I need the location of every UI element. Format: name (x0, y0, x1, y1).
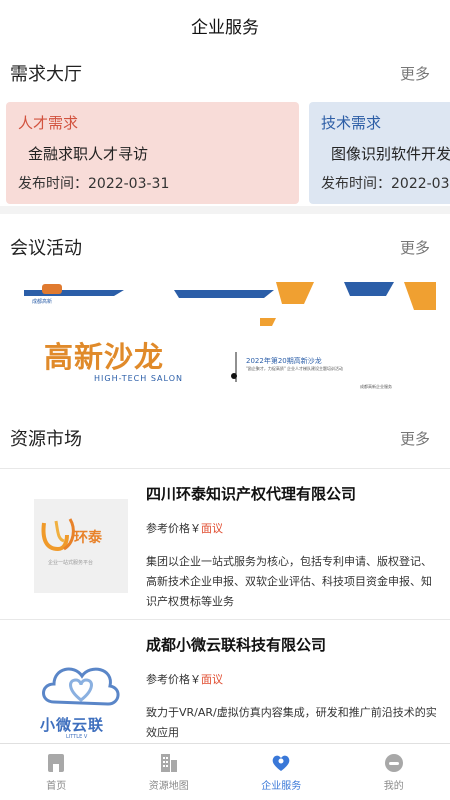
company-name: 四川环泰知识产权代理有限公司 (146, 485, 357, 503)
price-label: 参考价格￥ (146, 673, 201, 686)
building-icon (160, 754, 177, 772)
home-icon (48, 754, 65, 772)
demand-card-talent[interactable]: 人才需求 金融求职人才寻访 发布时间：2022-03-31 (6, 102, 299, 204)
meeting-section-header: 会议活动 更多 (0, 222, 450, 272)
price-value: 面议 (201, 673, 223, 686)
demand-card-tech[interactable]: 技术需求 图像识别软件开发 发布时间：2022-03-31 (309, 102, 450, 204)
resource-list: 环泰 企业一站式服务平台 四川环泰知识产权代理有限公司 参考价格￥面议 集团以企… (0, 468, 450, 770)
logo-subtitle: 企业一站式服务平台 (48, 560, 94, 566)
price-value: 面议 (201, 522, 223, 535)
banner-main-title: 高新沙龙 (44, 340, 165, 374)
cloud-heart-logo-icon (42, 667, 120, 706)
logo-subtitle: LITTLE V (66, 734, 88, 740)
demand-card-time: 发布时间：2022-03-31 (18, 176, 170, 192)
meeting-section-title: 会议活动 (10, 238, 82, 259)
banner-logo-text: 成都高新 (32, 299, 53, 305)
tab-label: 我的 (383, 781, 404, 792)
resource-section-header: 资源市场 更多 (0, 416, 450, 460)
demand-card-title: 图像识别软件开发 (331, 145, 450, 163)
tab-resource-map[interactable]: 资源地图 (113, 744, 226, 800)
banner-sub-title: HIGH-TECH SALON (94, 374, 183, 383)
bottom-tab-bar: 首页 资源地图 企业服务 我的 (0, 743, 450, 800)
company-description: 致力于VR/AR/虚拟仿真内容集成，研发和推广前沿技术的实效应用 (146, 706, 437, 739)
tab-home[interactable]: 首页 (0, 744, 113, 800)
company-description: 集团以企业一站式服务为核心，包括专利申请、版权登记、高新技术企业申报、双软企业评… (146, 555, 432, 608)
demand-more-link[interactable]: 更多 (400, 63, 430, 84)
organizer-logo-icon (42, 284, 62, 294)
demand-section-title: 需求大厅 (10, 64, 82, 85)
logo-title: 小微云联 (40, 716, 105, 734)
reference-price: 参考价格￥面议 (146, 671, 440, 687)
reference-price: 参考价格￥面议 (146, 520, 440, 536)
demand-card-title: 金融求职人才寻访 (28, 145, 149, 163)
demand-card-carousel[interactable]: 人才需求 金融求职人才寻访 发布时间：2022-03-31 技术需求 图像识别软… (0, 102, 450, 206)
resource-item[interactable]: 环泰 企业一站式服务平台 四川环泰知识产权代理有限公司 参考价格￥面议 集团以企… (0, 468, 450, 619)
demand-card-tag: 技术需求 (321, 114, 382, 132)
tab-label: 资源地图 (148, 781, 189, 792)
meeting-more-link[interactable]: 更多 (400, 237, 430, 258)
tab-label: 首页 (46, 781, 67, 792)
section-divider (0, 206, 450, 214)
price-label: 参考价格￥ (146, 522, 201, 535)
company-logo: 环泰 企业一站式服务平台 (34, 499, 128, 593)
demand-section-header: 需求大厅 更多 (0, 50, 450, 96)
meeting-banner[interactable]: 成都高新 高新沙龙 HIGH-TECH SALON 2022年第20期高新沙龙 … (14, 282, 436, 394)
demand-card-time: 发布时间：2022-03-31 (321, 176, 450, 192)
banner-theme: "励企聚才，力促高质" 企业人才梯队建设主题培训活动 (246, 366, 343, 371)
resource-more-link[interactable]: 更多 (400, 428, 430, 449)
tab-mine[interactable]: 我的 (338, 744, 450, 800)
tab-label: 企业服务 (261, 781, 302, 792)
resource-section-title: 资源市场 (10, 429, 82, 450)
page-title: 企业服务 (191, 17, 259, 38)
banner-organizer: 成都高新企业服务 (360, 384, 392, 389)
profile-icon (384, 754, 403, 772)
demand-card-tag: 人才需求 (18, 114, 79, 132)
company-name: 成都小微云联科技有限公司 (146, 636, 327, 654)
service-icon (272, 755, 290, 771)
company-logo: 小微云联 LITTLE V (34, 650, 128, 744)
tab-enterprise-service[interactable]: 企业服务 (225, 744, 338, 800)
banner-issue: 2022年第20期高新沙龙 (246, 357, 322, 365)
logo-title: 环泰 (74, 530, 102, 546)
top-bar: 企业服务 (0, 0, 450, 50)
